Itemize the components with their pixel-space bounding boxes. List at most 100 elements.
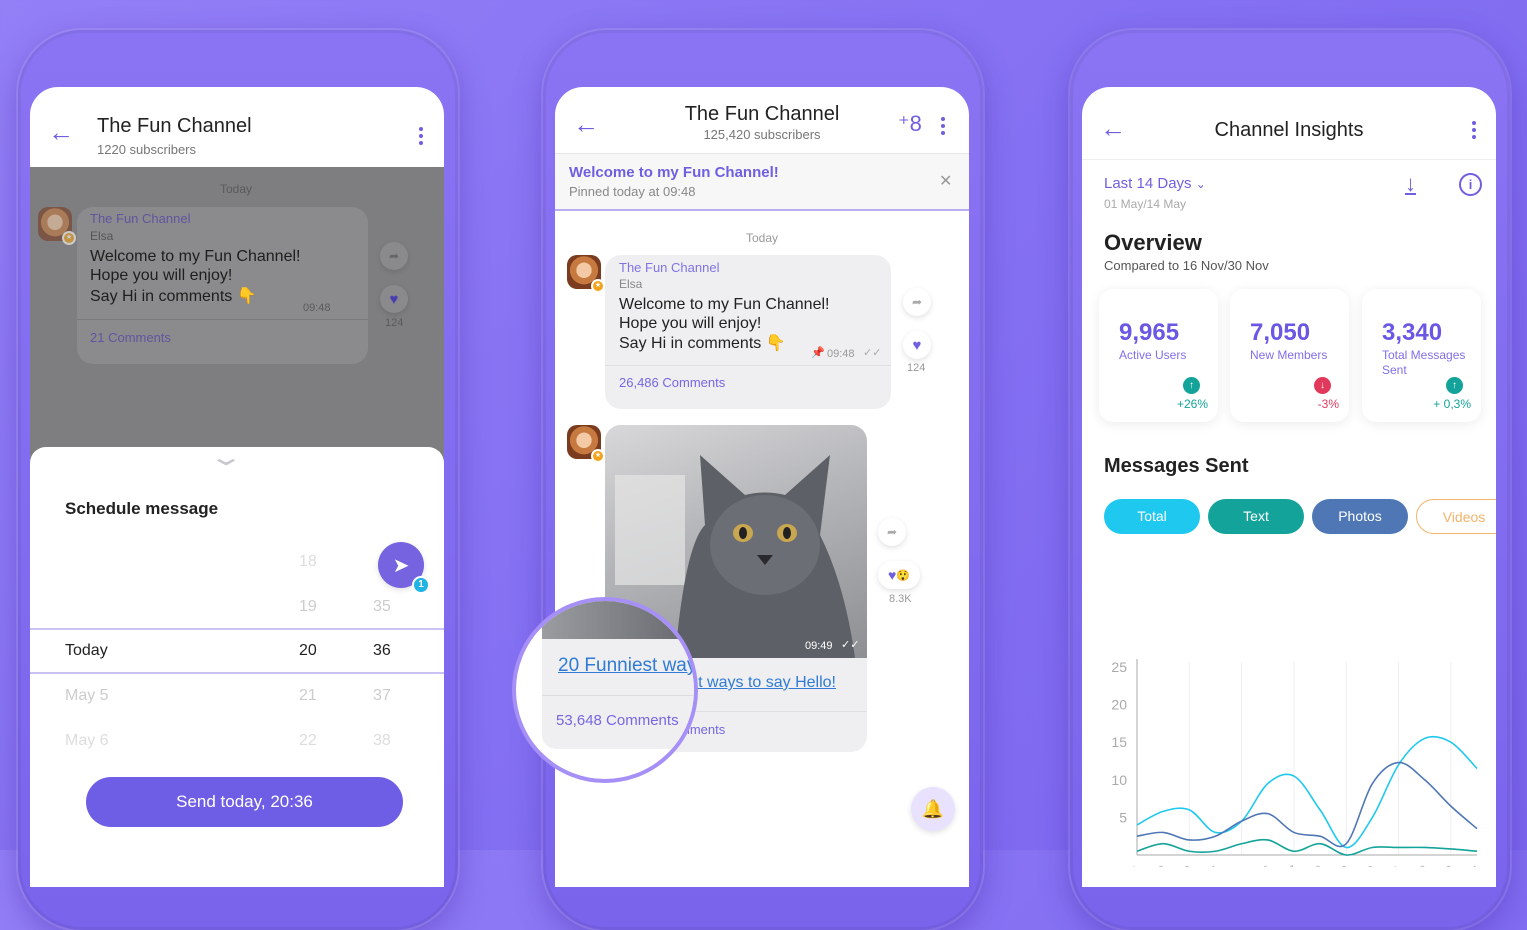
channel-insights-screen: ← Channel Insights Last 14 Days ⌄ 01 May… [1082,87,1496,887]
comments-link[interactable]: 21 Comments [90,330,171,345]
avatar: ★ [567,425,605,463]
picker-minute[interactable]: 38 [373,732,391,750]
collapse-chevron-icon[interactable]: ⌄ [208,443,244,472]
read-checkmarks-icon: ✓✓ [863,347,882,359]
series-line-total [1136,735,1478,849]
magnified-bubble: 20 Funniest way 53,648 Comments [542,639,694,749]
x-tick-label: May 01 [1103,862,1143,867]
heart-icon[interactable]: ♥ [903,331,931,359]
stat-card-new-members[interactable]: 7,050 New Members ↓ -3% [1230,289,1349,422]
message-line: Welcome to my Fun Channel! [90,248,301,265]
overview-subtitle: Compared to 16 Nov/30 Nov [1104,258,1269,273]
add-subscriber-icon[interactable]: ⁺8 [898,111,922,137]
divider [77,319,368,320]
schedule-sheet: ⌄ Schedule message 18 19 35 Today 20 36 … [30,444,444,887]
series-line-photos [1136,761,1478,848]
stat-card-active-users[interactable]: 9,965 Active Users ↑ +26% [1099,289,1218,422]
stat-change: -3% [1317,397,1339,411]
filter-photos[interactable]: Photos [1312,499,1408,534]
stat-value: 7,050 [1250,319,1311,346]
y-tick-label: 25 [1111,659,1127,675]
messages-line-chart: 510152025May 01May 02May 03May 04May 06M… [1103,659,1483,867]
message-line: Hope you will enjoy! [619,315,762,332]
info-icon[interactable]: i [1459,173,1482,196]
magnified-comments: 53,648 Comments [556,712,679,729]
send-fab[interactable]: ➤ 1 [378,542,430,594]
stat-label: New Members [1250,348,1328,362]
close-pinned-icon[interactable]: ✕ [939,171,952,191]
message-time: 09:48 [303,302,331,314]
divider [542,695,694,696]
more-menu-icon[interactable] [419,127,423,148]
message-time: 09:48 [827,348,855,360]
avatar: ★ [567,255,605,293]
arrow-down-icon: ↓ [1314,377,1331,394]
picker-minute[interactable]: 35 [373,598,391,616]
filter-videos[interactable]: Videos [1416,499,1496,534]
picker-hour-selected[interactable]: 20 [299,642,317,660]
comments-link[interactable]: 26,486 Comments [619,375,725,390]
y-tick-label: 10 [1111,772,1127,788]
download-icon[interactable]: ↓ [1405,171,1416,197]
photo-time: 09:49 [805,640,833,652]
back-arrow-icon[interactable]: ← [48,117,74,148]
message-line: Hope you will enjoy! [90,267,233,284]
picker-minute[interactable]: 37 [373,687,391,705]
stat-card-total-messages[interactable]: 3,340 Total Messages Sent ↑ + 0,3% [1362,289,1481,422]
channel-name: The Fun Channel [619,260,720,275]
filter-text[interactable]: Text [1208,499,1304,534]
overview-title: Overview [1104,230,1202,255]
pinned-icon: 📌 [811,347,825,359]
picker-minute-selected[interactable]: 36 [373,642,391,660]
chevron-down-icon: ⌄ [1195,177,1206,191]
date-range-label: Last 14 Days [1104,175,1192,192]
like-count: 124 [385,317,404,329]
author-name: Elsa [619,277,643,291]
divider [605,365,891,366]
magnified-photo [542,601,694,639]
reactions-icon[interactable]: ♥ 😲 [878,561,920,589]
channel-title: The Fun Channel [97,115,252,137]
date-range-dropdown[interactable]: Last 14 Days ⌄ [1104,175,1206,192]
like-count: 124 [907,362,926,374]
picker-hour[interactable]: 21 [299,687,317,705]
more-menu-icon[interactable] [941,117,945,138]
picker-day-selected[interactable]: Today [65,642,108,660]
pinned-title: Welcome to my Fun Channel! [569,164,779,181]
y-tick-label: 5 [1119,809,1127,825]
date-divider: Today [745,231,779,245]
magnifier-callout: 20 Funniest way 53,648 Comments [512,597,698,783]
message-bubble: The Fun Channel Elsa Welcome to my Fun C… [605,255,891,409]
picker-hour[interactable]: 22 [299,732,317,750]
sheet-title: Schedule message [65,499,219,518]
pinned-subtitle: Pinned today at 09:48 [569,184,696,199]
picker-hour[interactable]: 19 [299,598,317,616]
series-line-text [1136,838,1478,856]
send-scheduled-button[interactable]: Send today, 20:36 [86,777,403,827]
stat-change: +26% [1176,397,1208,411]
share-icon[interactable]: ➦ [380,242,408,270]
reaction-count: 8.3K [889,593,912,605]
screen-title: Channel Insights [1214,119,1364,141]
filter-total[interactable]: Total [1104,499,1200,534]
share-icon[interactable]: ➦ [903,288,931,316]
pinned-message-bar[interactable]: Welcome to my Fun Channel! Pinned today … [555,153,969,211]
message-line: Say Hi in comments 👇 [90,288,257,305]
stat-label: Total Messages Sent [1382,348,1466,377]
arrow-up-icon: ↑ [1446,377,1463,394]
date-range-dates: 01 May/14 May [1104,197,1187,211]
picker-day[interactable]: May 6 [65,732,109,750]
channel-name: The Fun Channel [90,211,191,226]
avatar: ★ [38,207,76,245]
scheduled-count-badge: 1 [412,576,430,594]
more-menu-icon[interactable] [1472,121,1476,142]
heart-icon[interactable]: ♥ [380,285,408,313]
notifications-bell-icon[interactable]: 🔔 [911,787,955,831]
share-icon[interactable]: ➦ [878,518,906,546]
y-tick-label: 20 [1111,697,1127,713]
messages-sent-title: Messages Sent [1104,455,1249,477]
picker-day[interactable]: May 5 [65,687,109,705]
arrow-up-icon: ↑ [1183,377,1200,394]
picker-hour[interactable]: 18 [299,553,317,571]
schedule-screen: ← The Fun Channel 1220 subscribers Today… [30,87,444,887]
